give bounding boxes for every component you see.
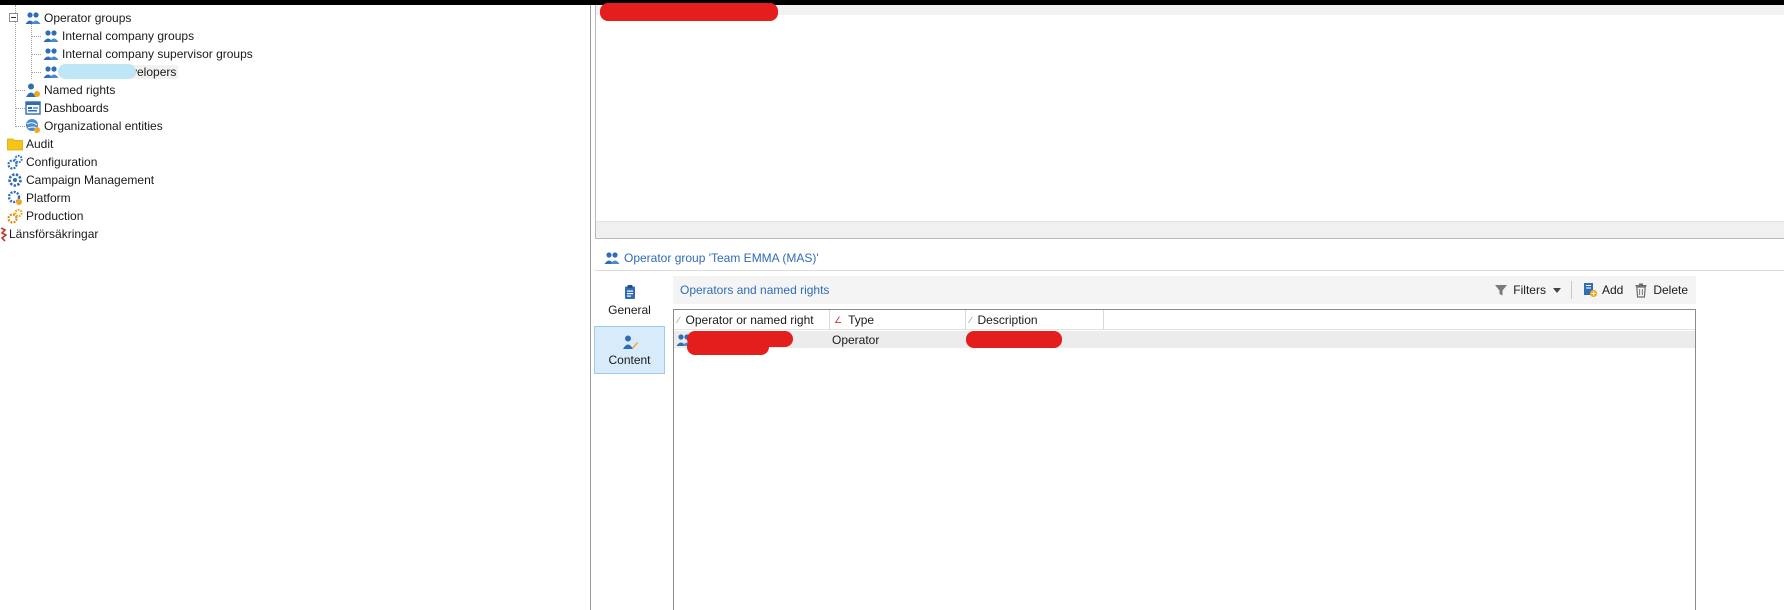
- navigation-tree: Operator groups Internal company groups …: [0, 5, 590, 610]
- sort-icon: ∕: [970, 315, 972, 325]
- tree-item-configuration[interactable]: Configuration: [7, 153, 97, 171]
- filters-button[interactable]: Filters: [1493, 282, 1561, 298]
- content-header: Operators and named rights Filters Add D…: [673, 276, 1696, 304]
- folder-icon: [7, 136, 23, 152]
- operator-group-list: [595, 3, 1784, 239]
- column-label: Type: [848, 313, 875, 327]
- tree-line: [31, 72, 41, 73]
- divider: [595, 270, 1784, 271]
- tree-line: [31, 23, 32, 79]
- column-label: Description: [977, 313, 1038, 327]
- dashboards-icon: [25, 100, 41, 116]
- filter-icon: [1493, 282, 1509, 298]
- tree-item-campaign-management[interactable]: Campaign Management: [7, 171, 154, 189]
- operator-group-icon: [43, 28, 59, 44]
- column-header-operator[interactable]: ∕ Operator or named right: [674, 310, 830, 330]
- tree-line: [15, 90, 25, 91]
- panel-splitter[interactable]: [590, 5, 591, 610]
- tree-item-label: Länsförsäkringar: [9, 227, 99, 241]
- trash-icon: [1633, 282, 1649, 298]
- redaction-mark: [966, 331, 1062, 348]
- table-row[interactable]: Operator: [674, 331, 1695, 355]
- tree-item-lansforsakringar[interactable]: Länsförsäkringar: [0, 225, 98, 243]
- tree-item-label: Configuration: [26, 155, 98, 169]
- column-label: Operator or named right: [685, 313, 814, 327]
- tree-item-label: Production: [26, 209, 84, 223]
- tree-item-organizational-entities[interactable]: Organizational entities: [25, 117, 163, 135]
- collapse-toggle[interactable]: [9, 13, 18, 22]
- tree-item-label: Operator groups: [44, 11, 132, 25]
- delete-label: Delete: [1653, 283, 1688, 297]
- detail-title: Operator group 'Team EMMA (MAS)': [604, 250, 819, 266]
- tree-item-platform[interactable]: Platform: [7, 189, 71, 207]
- operators-grid: ∕ Operator or named right ∠ Type ∕ Descr…: [673, 309, 1696, 610]
- redaction-mark: [600, 3, 778, 21]
- tree-item-audit[interactable]: Audit: [7, 135, 53, 153]
- tab-label: General: [608, 302, 651, 317]
- clipboard-icon: [622, 284, 638, 300]
- gear-icon: [7, 190, 23, 206]
- delete-button[interactable]: Delete: [1633, 282, 1688, 298]
- edit-user-icon: [622, 334, 638, 350]
- filters-label: Filters: [1513, 283, 1546, 297]
- tree-item-internal-company-groups[interactable]: Internal company groups: [43, 27, 194, 45]
- add-button[interactable]: Add: [1582, 282, 1623, 298]
- add-label: Add: [1601, 283, 1624, 297]
- tree-line: [15, 5, 16, 125]
- toolbar-separator: [1570, 281, 1572, 299]
- tree-item-label: Internal company groups: [62, 29, 195, 43]
- tree-line: [15, 108, 25, 109]
- tree-line: [31, 36, 41, 37]
- tree-item-label: Platform: [26, 191, 71, 205]
- operator-group-icon: [25, 10, 41, 26]
- tree-item-label: velopers: [129, 65, 179, 79]
- column-header-type[interactable]: ∠ Type: [830, 310, 966, 330]
- toolbar: Filters Add Delete: [1493, 276, 1688, 304]
- tree-line: [31, 54, 41, 55]
- tree-item-dashboards[interactable]: Dashboards: [25, 99, 109, 117]
- operator-group-icon: [43, 46, 59, 62]
- tree-item-named-rights[interactable]: Named rights: [25, 81, 115, 99]
- redaction-mark: [687, 338, 769, 355]
- tree-item-operator-groups[interactable]: Operator groups: [25, 9, 131, 27]
- cell-operator: [674, 331, 830, 355]
- named-rights-icon: [25, 82, 41, 98]
- tree-item-label: Organizational entities: [44, 119, 163, 133]
- tree-item-production[interactable]: Production: [7, 207, 83, 225]
- gear-icon: [7, 208, 23, 224]
- tree-item-label: Dashboards: [44, 101, 109, 115]
- operator-group-icon: [604, 250, 620, 266]
- tab-content[interactable]: Content: [594, 326, 665, 374]
- tree-item-internal-company-supervisor-groups[interactable]: Internal company supervisor groups: [43, 45, 253, 63]
- cell-type: Operator: [832, 332, 880, 347]
- tree-item-label: Audit: [26, 137, 54, 151]
- tab-label: Content: [608, 352, 651, 367]
- section-title: Operators and named rights: [680, 283, 830, 297]
- column-header-description[interactable]: ∕ Description: [966, 310, 1104, 330]
- sort-icon: ∕: [678, 315, 680, 325]
- tree-item-label: Campaign Management: [26, 173, 155, 187]
- sort-icon: ∠: [834, 314, 843, 325]
- detail-title-label: Operator group 'Team EMMA (MAS)': [624, 251, 819, 265]
- tree-item-label: Internal company supervisor groups: [62, 47, 253, 61]
- grid-header: ∕ Operator or named right ∠ Type ∕ Descr…: [674, 310, 1695, 330]
- gear-icon: [7, 154, 23, 170]
- list-footer: [596, 221, 1784, 238]
- chevron-down-icon[interactable]: [1552, 287, 1561, 293]
- organization-icon: [0, 226, 8, 242]
- tree-line: [15, 126, 25, 127]
- tree-item-label: Named rights: [44, 83, 116, 97]
- cell-description: [966, 331, 1104, 348]
- redaction-mark: [58, 64, 136, 79]
- tab-general[interactable]: General: [594, 276, 665, 324]
- add-icon: [1582, 282, 1598, 298]
- gear-icon: [7, 172, 23, 188]
- operator-group-icon: [43, 64, 59, 80]
- organizational-entities-icon: [25, 118, 41, 134]
